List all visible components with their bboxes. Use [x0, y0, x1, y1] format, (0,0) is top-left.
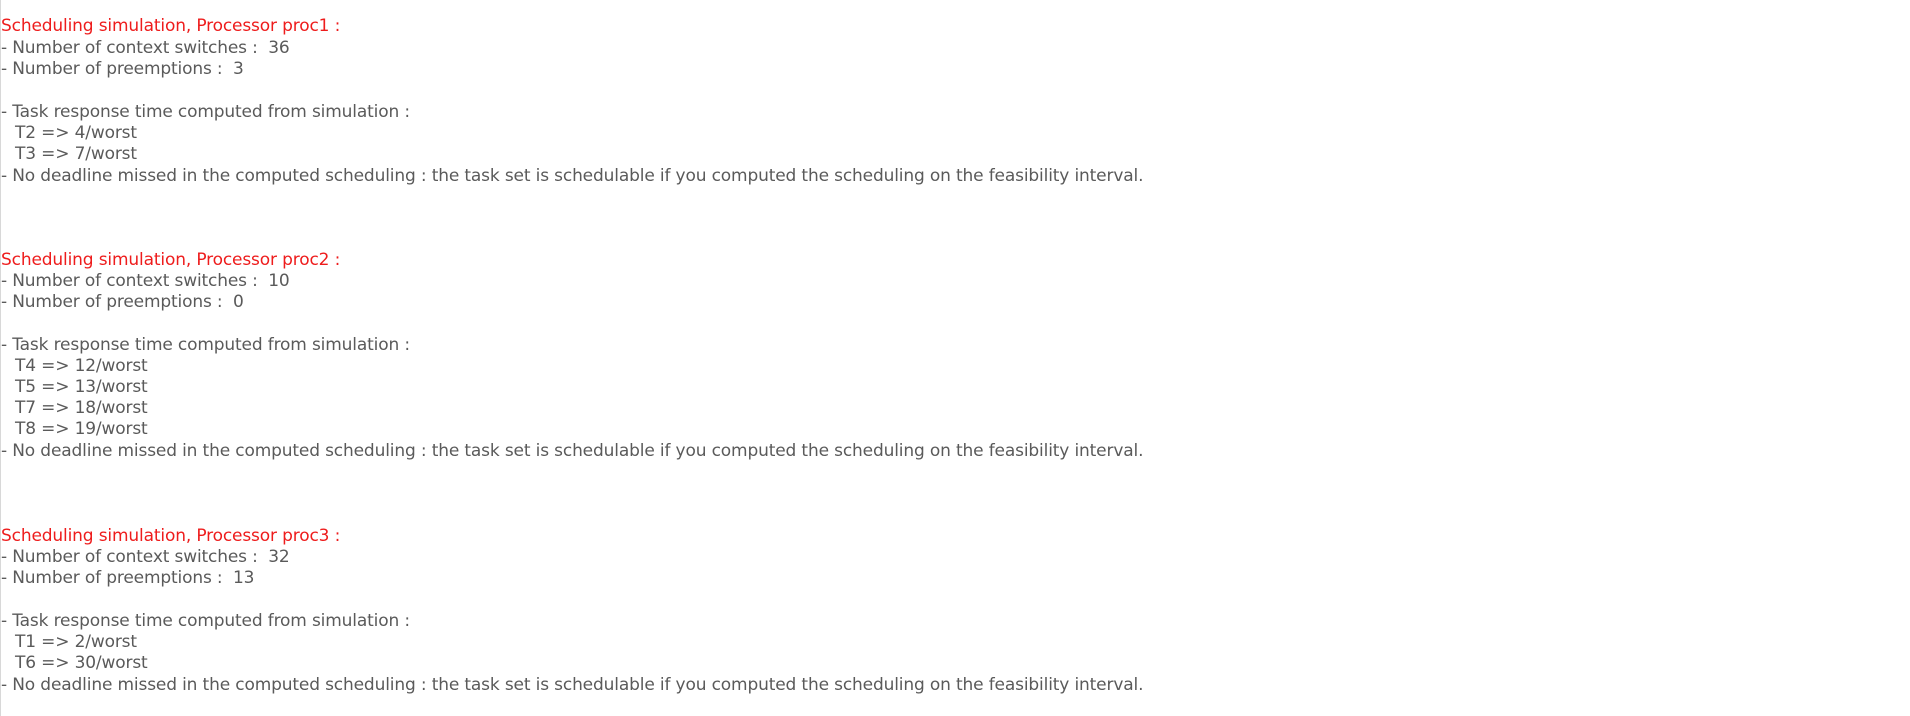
proc1-context-switches: - Number of context switches : 36	[1, 38, 290, 58]
proc2-context-switches: - Number of context switches : 10	[1, 271, 290, 291]
proc1-header: Scheduling simulation, Processor proc1 :	[1, 16, 341, 36]
proc3-response-title: - Task response time computed from simul…	[1, 611, 410, 631]
proc1-deadline-status: - No deadline missed in the computed sch…	[1, 166, 1144, 186]
proc2-task-T5: T5 => 13/worst	[15, 377, 148, 397]
proc2-header: Scheduling simulation, Processor proc2 :	[1, 250, 341, 270]
proc1-task-T3: T3 => 7/worst	[15, 144, 137, 164]
proc2-task-T8: T8 => 19/worst	[15, 419, 148, 439]
proc1-preemptions: - Number of preemptions : 3	[1, 59, 244, 79]
proc2-preemptions: - Number of preemptions : 0	[1, 292, 244, 312]
proc1-task-T2: T2 => 4/worst	[15, 123, 137, 143]
proc1-response-title: - Task response time computed from simul…	[1, 102, 410, 122]
proc2-response-title: - Task response time computed from simul…	[1, 335, 410, 355]
proc2-task-T4: T4 => 12/worst	[15, 356, 148, 376]
proc3-context-switches: - Number of context switches : 32	[1, 547, 290, 567]
proc2-deadline-status: - No deadline missed in the computed sch…	[1, 441, 1144, 461]
proc2-task-T7: T7 => 18/worst	[15, 398, 148, 418]
proc3-preemptions: - Number of preemptions : 13	[1, 568, 255, 588]
simulation-results-panel: Scheduling simulation, Processor proc1 :…	[0, 0, 1910, 716]
proc3-task-T1: T1 => 2/worst	[15, 632, 137, 652]
proc3-header: Scheduling simulation, Processor proc3 :	[1, 526, 341, 546]
proc3-task-T6: T6 => 30/worst	[15, 653, 148, 673]
proc3-deadline-status: - No deadline missed in the computed sch…	[1, 675, 1144, 695]
